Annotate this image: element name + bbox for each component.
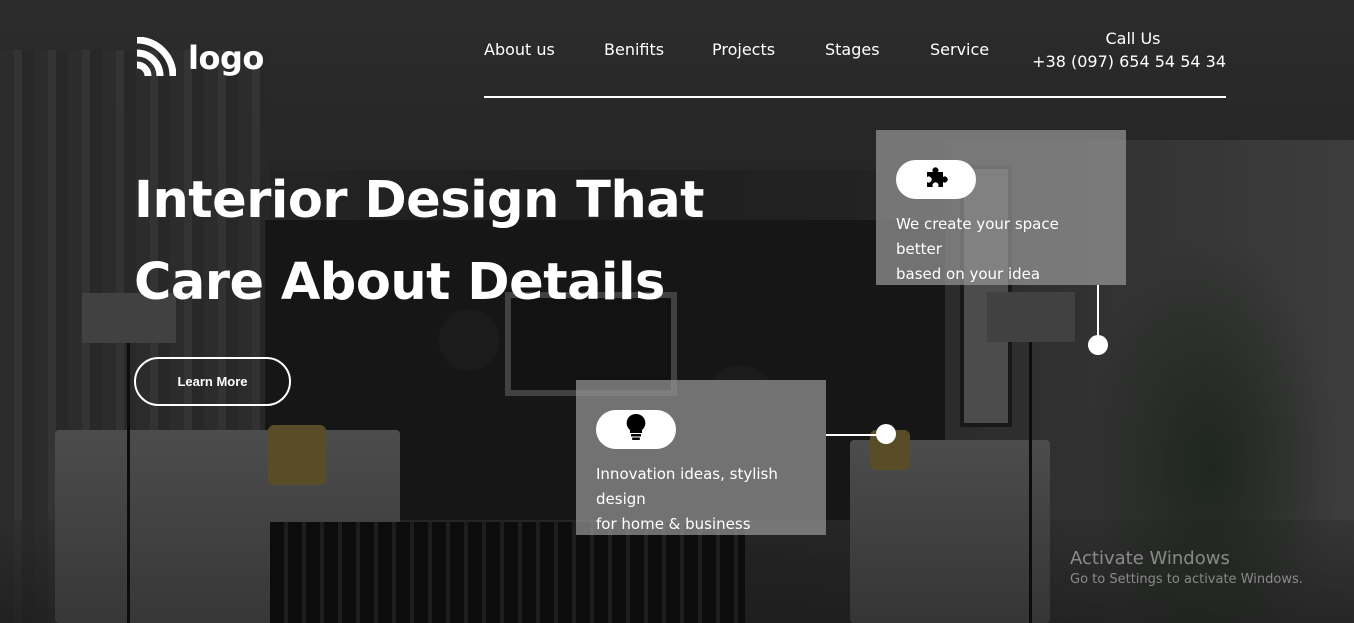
nav-stages[interactable]: Stages <box>825 40 880 59</box>
puzzle-icon <box>923 164 949 195</box>
watermark-title: Activate Windows <box>1070 548 1230 569</box>
card-line: design <box>596 490 646 508</box>
card-line: better <box>896 240 942 258</box>
nav-about-us[interactable]: About us <box>484 40 555 59</box>
card-line: based on your idea <box>896 265 1041 283</box>
card-text: Innovation ideas, stylish design for hom… <box>596 462 816 537</box>
logo[interactable]: logo <box>134 36 264 79</box>
phone-link[interactable]: +38 (097) 654 54 54 34 <box>1030 52 1226 71</box>
feature-card-innovation: Innovation ideas, stylish design for hom… <box>576 380 826 535</box>
nav-projects[interactable]: Projects <box>712 40 775 59</box>
lightbulb-icon <box>625 413 647 446</box>
learn-more-button[interactable]: Learn More <box>134 357 291 406</box>
activate-windows-watermark: Activate Windows Go to Settings to activ… <box>1070 548 1303 587</box>
card-icon-pill <box>896 160 976 199</box>
watermark-subtitle: Go to Settings to activate Windows. <box>1070 572 1303 587</box>
logo-text: logo <box>188 39 264 77</box>
nav-benefits[interactable]: Benifits <box>604 40 664 59</box>
card-line: for home & business <box>596 515 751 533</box>
connector-dot <box>1088 335 1108 355</box>
connector-dot <box>876 424 896 444</box>
card-line: We create your space <box>896 215 1059 233</box>
card-icon-pill <box>596 410 676 449</box>
hero-title: Interior Design That Care About Details <box>134 160 734 324</box>
card-text: We create your space better based on you… <box>896 212 1116 287</box>
feature-card-space: We create your space better based on you… <box>876 130 1126 285</box>
nav-divider <box>484 96 1226 98</box>
hero-title-line-2: Care About Details <box>134 253 665 312</box>
call-us-block: Call Us +38 (097) 654 54 54 34 <box>1030 29 1226 71</box>
logo-mark-icon <box>134 36 177 79</box>
hero-title-line-1: Interior Design That <box>134 171 705 230</box>
call-us-label: Call Us <box>1105 29 1161 48</box>
nav-service[interactable]: Service <box>930 40 989 59</box>
card-line: Innovation ideas, stylish <box>596 465 778 483</box>
